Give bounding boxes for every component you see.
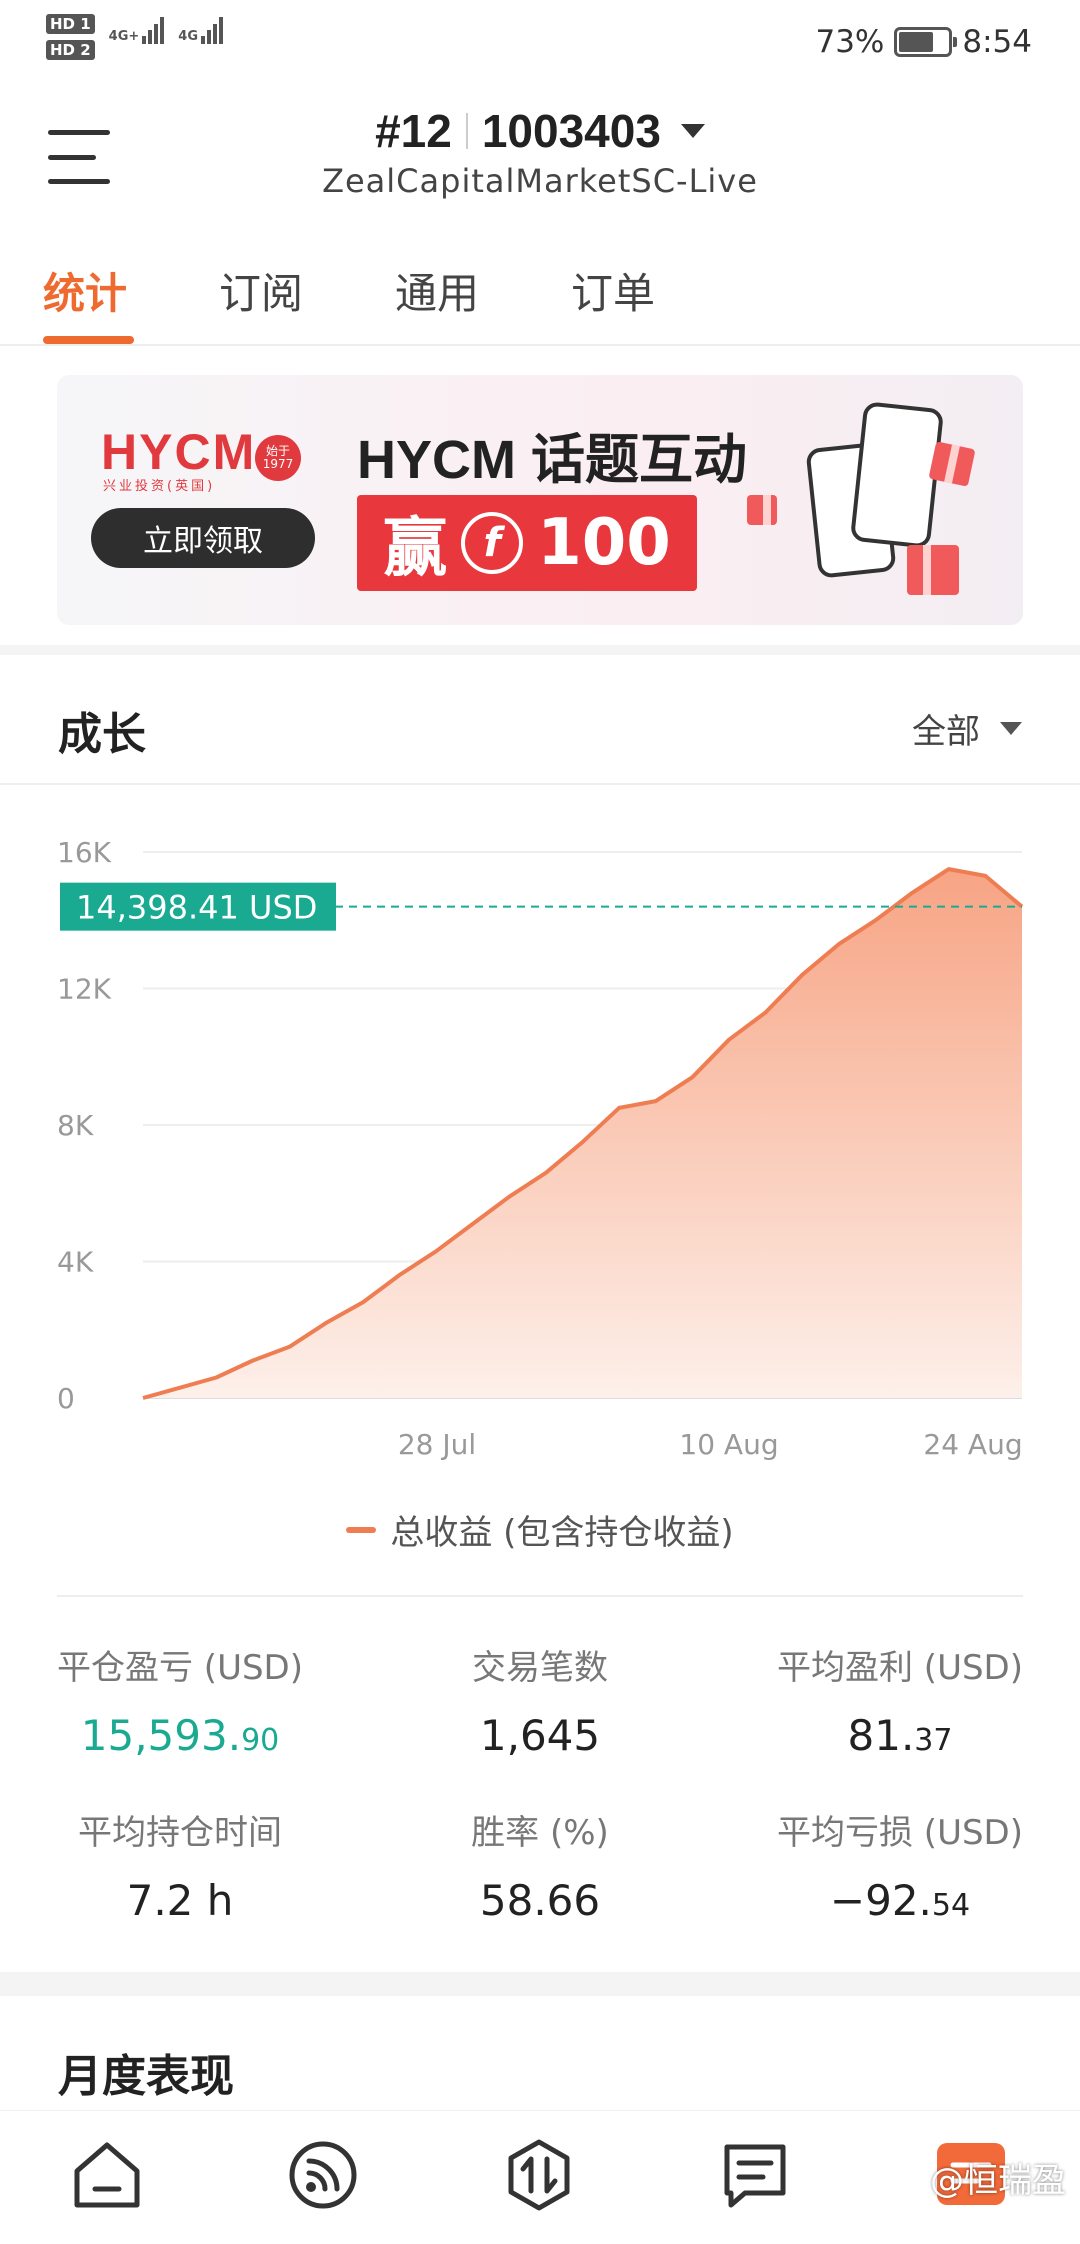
watermark: @恒瑞盈 (930, 2161, 1066, 2201)
stat-label: 平均持仓时间 (78, 1813, 282, 1853)
claim-button[interactable]: 立即领取 (91, 508, 315, 568)
y-tick-label: 8K (57, 1109, 94, 1142)
y-tick-label: 0 (57, 1382, 75, 1415)
stat-avg-loss: 平均亏损 (USD) −92.54 (720, 1805, 1080, 1925)
network-2: 4G (178, 14, 223, 44)
account-index: #12 (375, 105, 452, 157)
sim1-badge: HD 1 (46, 14, 95, 34)
tab-statistics[interactable]: 统计 (43, 260, 127, 321)
stat-value: 81.37 (847, 1711, 953, 1760)
network-type-1: 4G+ (108, 29, 140, 44)
stat-label: 平均亏损 (USD) (777, 1813, 1023, 1853)
logo-seal: 始于1977 (255, 435, 301, 481)
x-tick-label: 10 Aug (679, 1428, 778, 1461)
trade-icon[interactable] (501, 2137, 577, 2213)
gift-icon (747, 495, 777, 525)
section-title: 成长 (58, 709, 146, 760)
stat-trade-count: 交易笔数 1,645 (360, 1640, 720, 1760)
stat-avg-profit: 平均盈利 (USD) 81.37 (720, 1640, 1080, 1760)
stat-value: 1,645 (479, 1711, 601, 1760)
coin-icon: f (461, 512, 524, 574)
y-tick-label: 12K (57, 973, 112, 1006)
network-1: 4G+ (109, 14, 165, 44)
home-icon[interactable] (69, 2137, 145, 2213)
chevron-down-icon (1000, 722, 1022, 735)
stat-label: 平仓盈亏 (USD) (57, 1648, 303, 1688)
battery-percent: 73% (815, 24, 885, 60)
logo-subtitle: 兴业投资(英国) (103, 479, 216, 494)
chart-legend: 总收益 (包含持仓收益) (0, 1505, 1080, 1554)
stat-label: 平均盈利 (USD) (777, 1648, 1023, 1688)
range-value: 全部 (912, 712, 980, 752)
x-tick-label: 24 Aug (923, 1428, 1022, 1461)
network-type-2: 4G (178, 29, 198, 44)
tab-indicator (43, 336, 134, 344)
current-value-label: 14,398.41 USD (76, 889, 317, 927)
status-right: 73% 8:54 (815, 24, 1032, 60)
signal-bars-icon (201, 14, 223, 44)
tab-subscribe[interactable]: 订阅 (219, 260, 303, 321)
stat-label: 交易笔数 (472, 1648, 608, 1688)
sim-indicators: HD 1 HD 2 4G+ 4G (46, 14, 223, 60)
stat-value: −92.54 (829, 1876, 971, 1925)
prize-amount: 100 (537, 506, 671, 580)
y-tick-label: 16K (57, 836, 112, 869)
growth-chart[interactable]: 0 4K 8K 12K 16K 14,398.41 USD 28 Jul 10 Aug 24 A… (0, 800, 1080, 1500)
clock: 8:54 (962, 24, 1032, 60)
tab-orders[interactable]: 订单 (571, 260, 655, 321)
server-name: ZealCapitalMarketSC-Live (322, 162, 758, 200)
gift-icon (928, 441, 976, 487)
battery-icon (894, 27, 958, 57)
signal-feed-icon[interactable] (285, 2137, 361, 2213)
account-selector[interactable]: #12 1003403 ZealCapitalMarketSC-Live (0, 104, 1080, 200)
stat-avg-hold-time: 平均持仓时间 7.2 h (0, 1805, 360, 1925)
section-separator (0, 645, 1080, 655)
growth-header: 成长 全部 (0, 660, 1080, 785)
stat-closed-pnl: 平仓盈亏 (USD) 15,593.90 (0, 1640, 360, 1760)
y-tick-label: 4K (57, 1246, 94, 1279)
stat-value: 7.2 h (126, 1876, 234, 1925)
gift-icon (907, 545, 959, 595)
prize-prefix: 赢 (383, 512, 448, 586)
stat-value: 15,593.90 (80, 1711, 280, 1760)
prize-box: 赢 f 100 (357, 495, 697, 591)
status-bar: HD 1 HD 2 4G+ 4G 73% 8:54 (0, 0, 1080, 90)
section-separator (0, 1972, 1080, 1996)
legend-swatch (346, 1526, 377, 1533)
range-dropdown[interactable]: 全部 (912, 704, 1022, 753)
tab-bar: 统计 订阅 通用 订单 (0, 250, 1080, 346)
tab-general[interactable]: 通用 (395, 260, 479, 321)
divider (57, 1595, 1023, 1597)
area-fill (143, 869, 1022, 1398)
promo-title: HYCM 话题互动 (357, 430, 747, 490)
bottom-nav: @恒瑞盈 (0, 2110, 1080, 2244)
promo-banner[interactable]: HYCM 始于1977 兴业投资(英国) 立即领取 HYCM 话题互动 赢 f … (57, 375, 1023, 625)
chevron-down-icon (680, 124, 705, 138)
stat-win-rate: 胜率 (%) 58.66 (360, 1805, 720, 1925)
legend-label: 总收益 (包含持仓收益) (390, 1513, 734, 1553)
hycm-logo: HYCM (101, 424, 257, 480)
signal-bars-icon (142, 14, 165, 44)
x-tick-label: 28 Jul (398, 1428, 476, 1461)
stat-value: 58.66 (479, 1876, 601, 1925)
messages-icon[interactable] (717, 2137, 793, 2213)
sim2-badge: HD 2 (46, 40, 95, 60)
account-number: 1003403 (481, 105, 661, 157)
stat-label: 胜率 (%) (471, 1813, 609, 1853)
monthly-title: 月度表现 (58, 2051, 234, 2102)
app-header: #12 1003403 ZealCapitalMarketSC-Live (0, 90, 1080, 230)
